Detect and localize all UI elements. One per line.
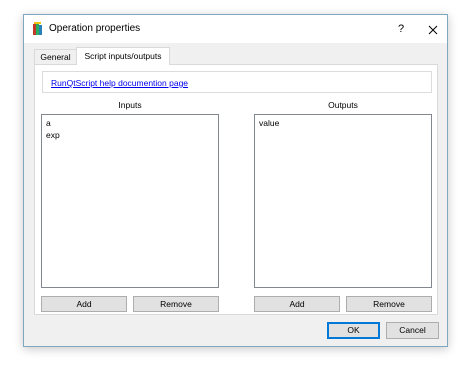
inputs-add-button[interactable]: Add — [41, 296, 127, 312]
help-documentation-link[interactable]: RunQtScript help documention page — [51, 78, 188, 88]
close-icon — [428, 25, 438, 34]
outputs-remove-button[interactable]: Remove — [346, 296, 432, 312]
list-item[interactable]: exp — [42, 129, 218, 141]
inputs-remove-button[interactable]: Remove — [133, 296, 219, 312]
close-button[interactable] — [422, 18, 444, 40]
window-title: Operation properties — [49, 23, 141, 34]
title-bar: Operation properties ? — [24, 15, 447, 43]
script-inputs-outputs-panel: RunQtScript help documention page Inputs… — [34, 64, 438, 315]
operation-properties-dialog: Operation properties ? General Script in… — [23, 14, 448, 347]
help-link-frame: RunQtScript help documention page — [42, 71, 432, 93]
list-item[interactable]: value — [255, 117, 431, 129]
help-button[interactable]: ? — [390, 18, 412, 40]
inputs-label: Inputs — [118, 100, 142, 110]
inputs-list[interactable]: a exp — [41, 114, 219, 288]
tab-general[interactable]: General — [34, 49, 77, 64]
app-icon — [32, 22, 44, 36]
list-item[interactable]: a — [42, 117, 218, 129]
cancel-button[interactable]: Cancel — [386, 322, 439, 339]
outputs-label: Outputs — [328, 100, 358, 110]
tab-script-inputs-outputs[interactable]: Script inputs/outputs — [76, 47, 170, 65]
ok-button[interactable]: OK — [327, 322, 380, 339]
outputs-add-button[interactable]: Add — [254, 296, 340, 312]
outputs-list[interactable]: value — [254, 114, 432, 288]
